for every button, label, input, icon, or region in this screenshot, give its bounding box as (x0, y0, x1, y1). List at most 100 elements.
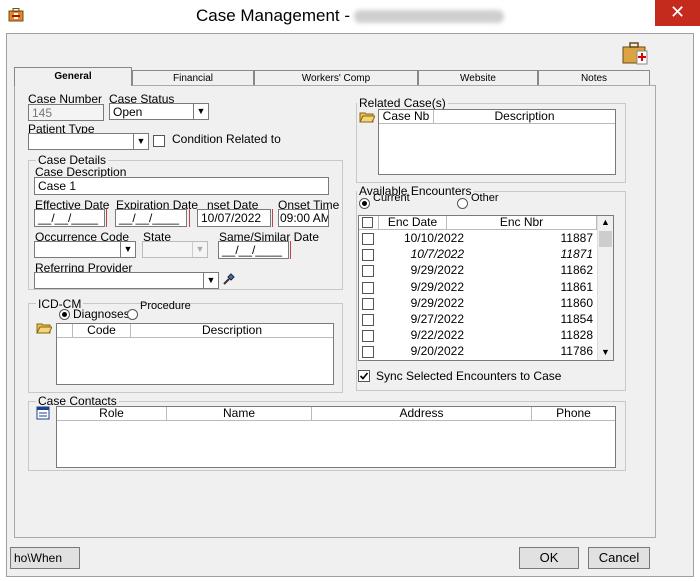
list-item[interactable]: 9/27/2022 11854 (359, 312, 596, 328)
onset-time-input[interactable]: 09:00 AM (278, 209, 329, 227)
tab-workers-comp[interactable]: Workers' Comp (254, 70, 418, 85)
expiration-date-spin[interactable] (189, 209, 194, 227)
chevron-down-icon[interactable]: ▼ (193, 104, 208, 119)
encounter-date: 9/20/2022 (410, 344, 464, 359)
encounter-number: 11860 (560, 295, 593, 310)
onset-date-spin[interactable] (272, 209, 277, 227)
case-status-value: Open (113, 105, 143, 119)
list-item[interactable]: 9/29/2022 11862 (359, 263, 596, 279)
sync-label: Sync Selected Encounters to Case (376, 369, 562, 383)
encounter-date: 9/29/2022 (410, 295, 464, 310)
contacts-header-address[interactable]: Address (312, 407, 532, 421)
title-bar: Case Management - ✕ (0, 0, 700, 33)
ok-button[interactable]: OK (519, 547, 579, 569)
related-header-description[interactable]: Description (434, 110, 615, 124)
encounter-number: 11862 (560, 263, 593, 278)
sync-checkbox[interactable] (358, 370, 370, 382)
encounter-date: 10/7/2022 (410, 247, 464, 262)
chevron-down-icon[interactable]: ▼ (120, 242, 135, 257)
case-description-input[interactable]: Case 1 (34, 177, 329, 195)
folder-open-icon[interactable] (36, 321, 53, 335)
onset-date-input[interactable]: 10/07/2022 (197, 209, 271, 227)
condition-related-checkbox[interactable] (153, 135, 165, 147)
icd-grid[interactable]: Code Description (56, 323, 334, 385)
contacts-header-phone[interactable]: Phone (532, 407, 615, 421)
encounter-checkbox[interactable] (362, 314, 374, 326)
encounter-checkbox[interactable] (362, 233, 374, 245)
tab-general[interactable]: General (14, 67, 132, 86)
related-cases-grid[interactable]: Case Nb Description (378, 109, 616, 175)
enc-header-select[interactable] (359, 216, 379, 230)
tab-notes[interactable]: Notes (538, 70, 650, 85)
list-item[interactable]: 9/20/2022 11786 (359, 344, 596, 360)
tab-website[interactable]: Website (418, 70, 538, 85)
who-when-button[interactable]: ho\When (10, 547, 80, 569)
other-label: Other (471, 192, 499, 204)
encounter-checkbox[interactable] (362, 346, 374, 359)
scroll-thumb[interactable] (599, 231, 612, 247)
list-item[interactable]: 9/22/2022 11828 (359, 328, 596, 344)
effective-date-input[interactable]: __/__/____ (34, 209, 105, 227)
scroll-up-icon[interactable]: ▲ (601, 217, 610, 227)
close-button[interactable]: ✕ (655, 0, 700, 26)
encounter-number: 11887 (560, 231, 593, 245)
encounter-date: 10/10/2022 (403, 231, 464, 245)
current-radio[interactable] (359, 198, 370, 209)
encounter-date: 9/29/2022 (410, 279, 464, 294)
referring-provider-select[interactable]: ▼ (34, 272, 219, 289)
expiration-date-input[interactable]: __/__/____ (115, 209, 187, 227)
encounter-checkbox[interactable] (362, 265, 374, 278)
list-item[interactable]: 9/29/2022 11860 (359, 296, 596, 312)
same-similar-spin[interactable] (290, 241, 295, 259)
related-header-case-nb[interactable]: Case Nb (379, 110, 434, 124)
encounter-date: 9/27/2022 (410, 312, 464, 326)
encounter-date: 9/29/2022 (410, 263, 464, 278)
icd-header-code[interactable]: Code (73, 324, 131, 338)
enc-header-nbr[interactable]: Enc Nbr (447, 216, 597, 230)
list-icon[interactable] (36, 406, 50, 420)
procedure-radio[interactable] (127, 309, 138, 320)
encounter-checkbox[interactable] (362, 330, 374, 343)
encounter-number: 11861 (560, 279, 593, 294)
flashlight-icon[interactable] (222, 272, 236, 286)
case-status-select[interactable]: Open ▼ (109, 103, 209, 120)
encounter-number: 11786 (560, 344, 593, 359)
related-cases-legend: Related Case(s) (357, 96, 448, 110)
chevron-down-icon[interactable]: ▼ (192, 242, 207, 257)
occurrence-code-select[interactable]: ▼ (34, 241, 136, 258)
enc-header-date[interactable]: Enc Date (379, 216, 447, 230)
select-all-checkbox[interactable] (362, 217, 373, 228)
state-select[interactable]: ▼ (142, 241, 208, 258)
encounter-checkbox[interactable] (362, 297, 374, 310)
chevron-down-icon[interactable]: ▼ (203, 273, 218, 288)
chevron-down-icon[interactable]: ▼ (133, 134, 148, 149)
tab-financial[interactable]: Financial (132, 70, 254, 85)
briefcase-icon[interactable] (621, 40, 649, 66)
encounter-rows: 10/10/2022 11887 10/7/2022 11871 9/29/2022 11… (359, 231, 597, 360)
encounter-number: 11871 (560, 247, 593, 262)
window-title: Case Management - (0, 6, 700, 26)
diagnoses-label: Diagnoses (73, 307, 130, 321)
encounter-checkbox[interactable] (362, 249, 374, 262)
folder-open-icon[interactable] (359, 110, 376, 124)
encounters-scrollbar[interactable]: ▲ ▼ (597, 216, 613, 360)
patient-type-select[interactable]: ▼ (28, 133, 149, 150)
encounter-number: 11854 (560, 312, 593, 326)
contacts-grid[interactable]: Role Name Address Phone (56, 406, 616, 468)
effective-date-spin[interactable] (106, 209, 111, 227)
list-item[interactable]: 9/29/2022 11861 (359, 280, 596, 296)
contacts-header-name[interactable]: Name (167, 407, 312, 421)
encounters-grid[interactable]: Enc Date Enc Nbr 10/10/2022 11887 10/7/202… (358, 215, 614, 361)
list-item[interactable]: 10/10/2022 11887 (359, 231, 596, 247)
same-similar-input[interactable]: __/__/____ (218, 241, 289, 259)
contacts-header-role[interactable]: Role (57, 407, 167, 421)
icd-header-selector (57, 324, 73, 338)
diagnoses-radio[interactable] (59, 309, 70, 320)
case-number-field: 145 (28, 104, 104, 121)
icd-header-description[interactable]: Description (131, 324, 333, 338)
cancel-button[interactable]: Cancel (588, 547, 650, 569)
scroll-down-icon[interactable]: ▼ (601, 347, 610, 357)
list-item[interactable]: 10/7/2022 11871 (359, 247, 596, 263)
other-radio[interactable] (457, 198, 468, 209)
encounter-checkbox[interactable] (362, 281, 374, 294)
